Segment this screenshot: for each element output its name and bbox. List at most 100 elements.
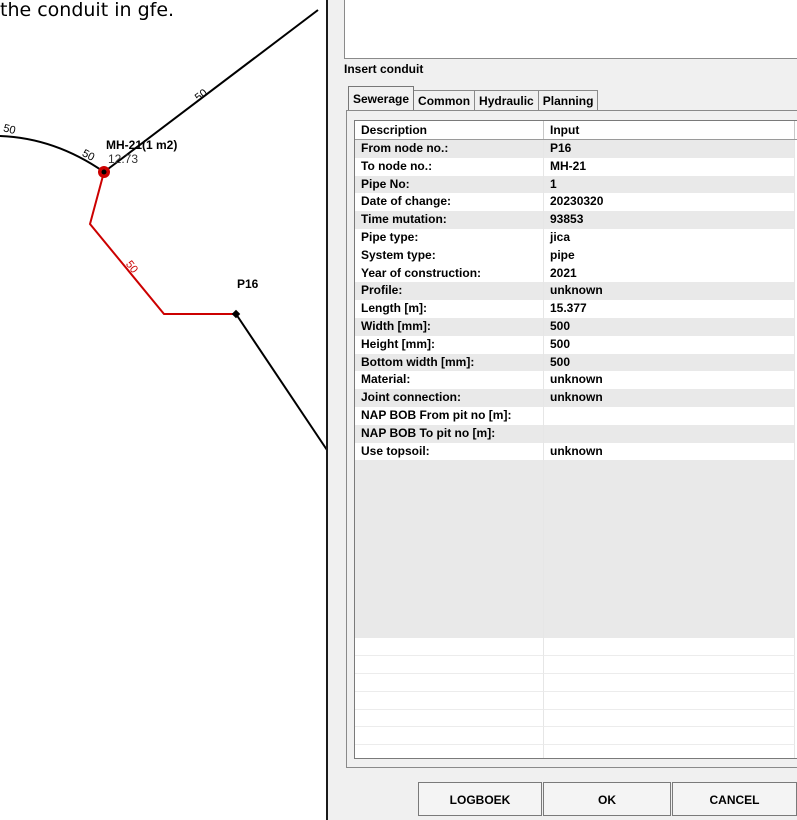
grid-row[interactable]: Use topsoil: unknown bbox=[355, 442, 797, 461]
empty-cell bbox=[544, 513, 795, 532]
grid-row[interactable]: NAP BOB To pit no [m]: bbox=[355, 424, 797, 443]
grid-row[interactable]: Joint connection: unknown bbox=[355, 389, 797, 407]
row-description: From node no.: bbox=[355, 140, 544, 158]
grid-header: Description Input bbox=[355, 121, 797, 140]
row-input[interactable]: 500 bbox=[544, 335, 795, 354]
grid-row[interactable]: Time mutation: 93853 bbox=[355, 211, 797, 229]
tab-planning[interactable]: Planning bbox=[537, 90, 599, 110]
empty-cell bbox=[544, 584, 795, 603]
empty-cell bbox=[544, 656, 795, 674]
row-input[interactable]: 15.377 bbox=[544, 300, 795, 318]
ok-button[interactable]: OK bbox=[543, 782, 671, 816]
grid-row[interactable]: Width [mm]: 500 bbox=[355, 317, 797, 336]
column-header-description[interactable]: Description bbox=[355, 121, 544, 139]
row-input[interactable] bbox=[544, 424, 795, 443]
grid-row[interactable]: Profile: unknown bbox=[355, 282, 797, 301]
row-input[interactable] bbox=[544, 406, 795, 425]
grid-row[interactable]: Length [m]: 15.377 bbox=[355, 300, 797, 318]
empty-cell bbox=[355, 513, 544, 532]
grid-rows: From node no.: P16 To node no.: MH-21 Pipe N… bbox=[355, 140, 797, 758]
tab-sewerage[interactable]: Sewerage bbox=[348, 86, 415, 110]
grid-row[interactable]: Year of construction: 2021 bbox=[355, 264, 797, 283]
empty-row bbox=[355, 620, 797, 639]
row-input[interactable]: 93853 bbox=[544, 211, 795, 229]
panel-title: Insert conduit bbox=[344, 62, 424, 76]
empty-cell bbox=[544, 638, 795, 657]
empty-cell bbox=[355, 460, 544, 479]
empty-row bbox=[355, 727, 797, 746]
grid-row[interactable]: Pipe type: jica bbox=[355, 228, 797, 247]
row-description: Year of construction: bbox=[355, 264, 544, 283]
empty-cell bbox=[544, 673, 795, 692]
empty-cell bbox=[355, 495, 544, 514]
column-header-input[interactable]: Input bbox=[544, 121, 795, 139]
row-description: Use topsoil: bbox=[355, 442, 544, 461]
row-input[interactable]: P16 bbox=[544, 140, 795, 158]
empty-row bbox=[355, 673, 797, 692]
row-input[interactable]: 2021 bbox=[544, 264, 795, 283]
row-input[interactable]: MH-21 bbox=[544, 157, 795, 176]
row-description: Time mutation: bbox=[355, 211, 544, 229]
empty-cell bbox=[544, 460, 795, 479]
cancel-button[interactable]: CANCEL bbox=[672, 782, 797, 816]
empty-cell bbox=[355, 673, 544, 692]
grid-row[interactable]: Date of change: 20230320 bbox=[355, 193, 797, 212]
empty-cell bbox=[355, 656, 544, 674]
grid-row[interactable]: Bottom width [mm]: 500 bbox=[355, 353, 797, 372]
row-input[interactable]: unknown bbox=[544, 371, 795, 390]
grid-row[interactable]: Pipe No: 1 bbox=[355, 175, 797, 194]
empty-cell bbox=[355, 478, 544, 496]
network-drawing[interactable] bbox=[0, 0, 328, 820]
row-input[interactable]: 500 bbox=[544, 353, 795, 372]
empty-cell bbox=[355, 549, 544, 568]
row-input[interactable]: 500 bbox=[544, 317, 795, 336]
row-description: NAP BOB To pit no [m]: bbox=[355, 424, 544, 443]
row-input[interactable]: unknown bbox=[544, 442, 795, 461]
empty-cell bbox=[355, 567, 544, 585]
tab-hydraulic[interactable]: Hydraulic bbox=[474, 90, 539, 110]
logboek-button[interactable]: LOGBOEK bbox=[418, 782, 542, 816]
row-description: To node no.: bbox=[355, 157, 544, 176]
top-text-area[interactable] bbox=[344, 0, 797, 59]
empty-cell bbox=[544, 495, 795, 514]
row-input[interactable]: unknown bbox=[544, 389, 795, 407]
empty-row bbox=[355, 602, 797, 621]
tab-common[interactable]: Common bbox=[413, 90, 476, 110]
map-view[interactable]: the conduit in gfe. MH-21(1 m2) 12.73 P1… bbox=[0, 0, 328, 820]
grid-row[interactable]: From node no.: P16 bbox=[355, 140, 797, 158]
mh21-label: MH-21(1 m2) bbox=[106, 138, 178, 152]
row-description: Date of change: bbox=[355, 193, 544, 212]
pipe-segment-se bbox=[235, 313, 328, 451]
row-description: Height [mm]: bbox=[355, 335, 544, 354]
grid-row[interactable]: NAP BOB From pit no [m]: bbox=[355, 406, 797, 425]
empty-row bbox=[355, 745, 797, 758]
empty-row bbox=[355, 513, 797, 532]
empty-row bbox=[355, 656, 797, 674]
row-description: Length [m]: bbox=[355, 300, 544, 318]
row-input[interactable]: jica bbox=[544, 228, 795, 247]
grid-row[interactable]: Height [mm]: 500 bbox=[355, 335, 797, 354]
empty-row bbox=[355, 691, 797, 710]
property-grid[interactable]: Description Input From node no.: P16 To no… bbox=[354, 120, 797, 759]
row-description: Bottom width [mm]: bbox=[355, 353, 544, 372]
empty-cell bbox=[544, 602, 795, 621]
empty-row bbox=[355, 495, 797, 514]
empty-cell bbox=[355, 584, 544, 603]
empty-cell bbox=[544, 478, 795, 496]
grid-row[interactable]: System type: pipe bbox=[355, 246, 797, 265]
grid-row[interactable]: Material: unknown bbox=[355, 371, 797, 390]
row-input[interactable]: pipe bbox=[544, 246, 795, 265]
empty-row bbox=[355, 567, 797, 585]
row-input[interactable]: unknown bbox=[544, 282, 795, 301]
row-input[interactable]: 20230320 bbox=[544, 193, 795, 212]
row-input[interactable]: 1 bbox=[544, 175, 795, 194]
empty-cell bbox=[355, 709, 544, 728]
grid-row[interactable]: To node no.: MH-21 bbox=[355, 157, 797, 176]
tab-bar: Sewerage Common Hydraulic Planning bbox=[348, 86, 599, 110]
empty-cell bbox=[355, 620, 544, 639]
empty-row bbox=[355, 709, 797, 728]
empty-cell bbox=[355, 745, 544, 758]
conduit-panel: Insert conduit Sewerage Common Hydraulic… bbox=[328, 0, 797, 820]
empty-cell bbox=[544, 709, 795, 728]
row-description: NAP BOB From pit no [m]: bbox=[355, 406, 544, 425]
